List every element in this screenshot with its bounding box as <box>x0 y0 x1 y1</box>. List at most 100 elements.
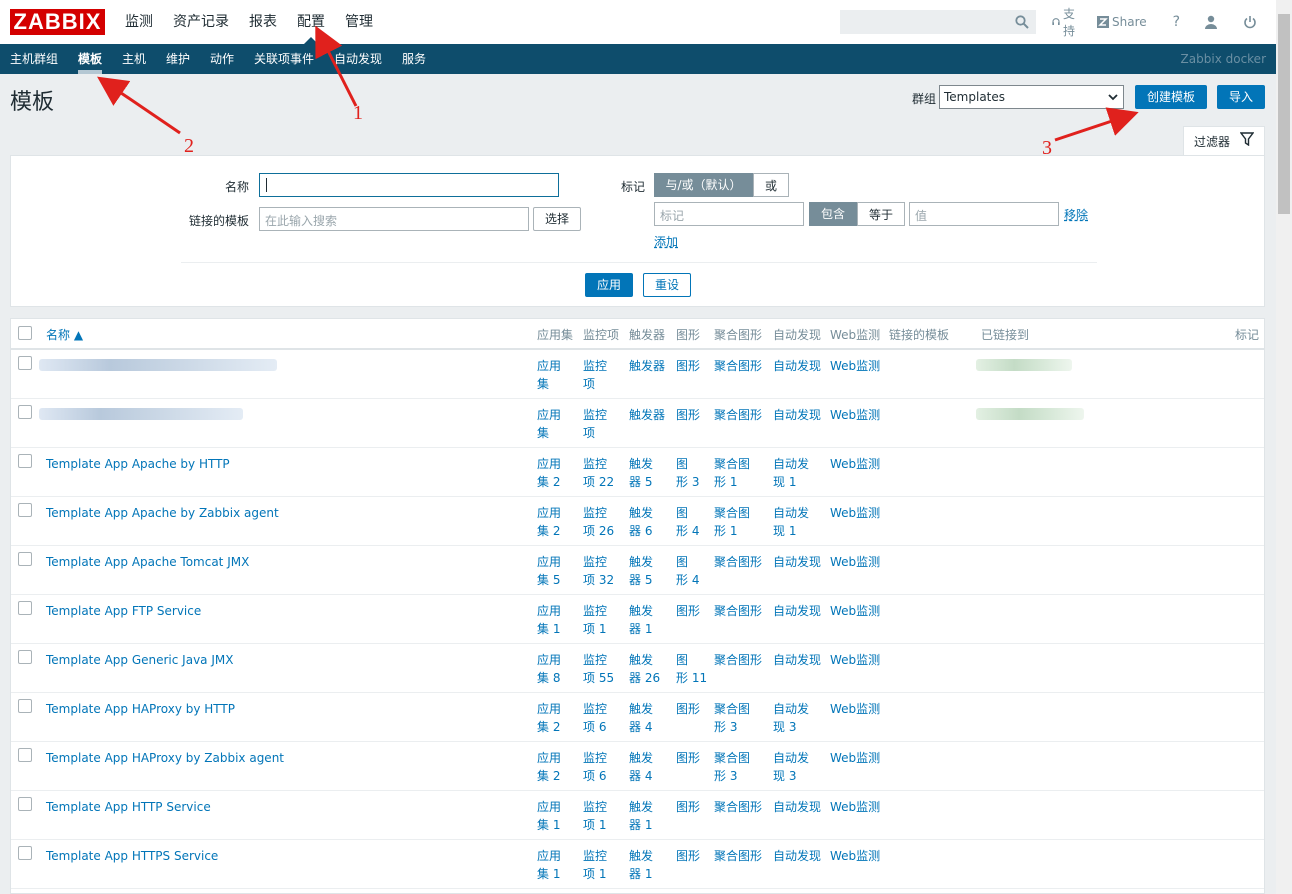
graphs-link[interactable]: 图形 3 <box>676 455 699 491</box>
support-link[interactable]: 支持 <box>1052 5 1079 39</box>
screens-link[interactable]: 聚合图形 <box>714 847 762 865</box>
submenu-services[interactable]: 服务 <box>402 44 426 74</box>
discovery-link[interactable]: 自动发现 3 <box>773 749 809 785</box>
triggers-link[interactable]: 触发器 4 <box>629 749 653 785</box>
tags-and-or-toggle[interactable]: 与/或（默认） <box>654 173 753 197</box>
items-link[interactable]: 监控项 <box>583 406 607 442</box>
filter-tab[interactable]: 过滤器 <box>1183 126 1265 156</box>
applications-link[interactable]: 应用集 1 <box>537 602 561 638</box>
applications-link[interactable]: 应用集 2 <box>537 749 561 785</box>
row-checkbox[interactable] <box>18 650 32 664</box>
submenu-templates[interactable]: 模板 <box>78 44 103 74</box>
row-checkbox[interactable] <box>18 748 32 762</box>
web-link[interactable]: Web监测 <box>830 504 880 522</box>
tag-add-link[interactable]: 添加 <box>654 233 678 250</box>
web-link[interactable]: Web监测 <box>830 357 880 375</box>
applications-link[interactable]: 应用集 1 <box>537 798 561 834</box>
help-link[interactable]: ? <box>1173 14 1180 30</box>
items-link[interactable]: 监控项 1 <box>583 602 607 638</box>
screens-link[interactable]: 聚合图形 <box>714 406 762 424</box>
items-link[interactable]: 监控项 <box>583 357 607 393</box>
items-link[interactable]: 监控项 6 <box>583 749 607 785</box>
template-name-link[interactable]: Template App HTTP Service <box>46 798 211 816</box>
triggers-link[interactable]: 触发器 26 <box>629 651 660 687</box>
select-button[interactable]: 选择 <box>533 207 581 231</box>
screens-link[interactable]: 聚合图形 <box>714 798 762 816</box>
screens-link[interactable]: 聚合图形 3 <box>714 749 750 785</box>
submenu-maintenance[interactable]: 维护 <box>166 44 190 74</box>
row-checkbox[interactable] <box>18 405 32 419</box>
web-link[interactable]: Web监测 <box>830 700 880 718</box>
screens-link[interactable]: 聚合图形 <box>714 357 762 375</box>
graphs-link[interactable]: 图形 <box>676 847 700 865</box>
template-name-link[interactable]: Template App Apache Tomcat JMX <box>46 553 249 571</box>
triggers-link[interactable]: 触发器 <box>629 357 665 375</box>
tags-or-toggle[interactable]: 或 <box>753 173 789 197</box>
menu-inventory[interactable]: 资产记录 <box>163 0 239 44</box>
template-name-link[interactable]: Template App Generic Java JMX <box>46 651 233 669</box>
applications-link[interactable]: 应用集 2 <box>537 455 561 491</box>
items-link[interactable]: 监控项 32 <box>583 553 614 589</box>
graphs-link[interactable]: 图形 11 <box>676 651 707 687</box>
menu-reports[interactable]: 报表 <box>239 0 287 44</box>
graphs-link[interactable]: 图形 <box>676 357 700 375</box>
menu-monitoring[interactable]: 监测 <box>115 0 163 44</box>
submenu-event-correlation[interactable]: 关联项事件 <box>254 44 314 74</box>
discovery-link[interactable]: 自动发现 1 <box>773 455 809 491</box>
applications-link[interactable]: 应用集 <box>537 406 561 442</box>
discovery-link[interactable]: 自动发现 <box>773 553 821 571</box>
discovery-link[interactable]: 自动发现 <box>773 406 821 424</box>
discovery-link[interactable]: 自动发现 <box>773 651 821 669</box>
tag-equals-toggle[interactable]: 等于 <box>857 202 905 226</box>
screens-link[interactable]: 聚合图形 <box>714 602 762 620</box>
graphs-link[interactable]: 图形 4 <box>676 504 699 540</box>
items-link[interactable]: 监控项 55 <box>583 651 614 687</box>
template-name-link[interactable]: Template App Apache by Zabbix agent <box>46 504 279 522</box>
user-profile-link[interactable] <box>1204 15 1221 29</box>
zabbix-logo[interactable]: ZABBIX <box>10 9 105 35</box>
graphs-link[interactable]: 图形 <box>676 406 700 424</box>
tag-remove-link[interactable]: 移除 <box>1064 206 1088 223</box>
applications-link[interactable]: 应用集 5 <box>537 553 561 589</box>
select-all-checkbox[interactable] <box>18 326 32 340</box>
scrollbar-thumb[interactable] <box>1278 14 1290 214</box>
row-checkbox[interactable] <box>18 699 32 713</box>
submenu-actions[interactable]: 动作 <box>210 44 234 74</box>
graphs-link[interactable]: 图形 4 <box>676 553 699 589</box>
menu-administration[interactable]: 管理 <box>335 0 383 44</box>
web-link[interactable]: Web监测 <box>830 406 880 424</box>
filter-reset-button[interactable]: 重设 <box>643 273 691 297</box>
template-name-link[interactable]: Template App HAProxy by Zabbix agent <box>46 749 284 767</box>
template-name-link[interactable]: Template App FTP Service <box>46 602 201 620</box>
discovery-link[interactable]: 自动发现 <box>773 798 821 816</box>
group-select[interactable]: Templates <box>939 85 1124 109</box>
triggers-link[interactable]: 触发器 <box>629 406 665 424</box>
graphs-link[interactable]: 图形 <box>676 700 700 718</box>
row-checkbox[interactable] <box>18 356 32 370</box>
applications-link[interactable]: 应用集 <box>537 357 561 393</box>
web-link[interactable]: Web监测 <box>830 553 880 571</box>
header-name[interactable]: 名称 ▲ <box>46 326 83 343</box>
row-checkbox[interactable] <box>18 503 32 517</box>
triggers-link[interactable]: 触发器 6 <box>629 504 653 540</box>
graphs-link[interactable]: 图形 <box>676 798 700 816</box>
submenu-discovery[interactable]: 自动发现 <box>334 44 382 74</box>
template-name-link[interactable]: Template App Apache by HTTP <box>46 455 230 473</box>
triggers-link[interactable]: 触发器 1 <box>629 847 653 883</box>
triggers-link[interactable]: 触发器 5 <box>629 455 653 491</box>
screens-link[interactable]: 聚合图形 <box>714 651 762 669</box>
menu-configuration[interactable]: 配置 <box>287 0 335 44</box>
page-scrollbar[interactable] <box>1276 0 1292 894</box>
tag-contains-toggle[interactable]: 包含 <box>809 202 857 226</box>
screens-link[interactable]: 聚合图形 1 <box>714 504 750 540</box>
items-link[interactable]: 监控项 1 <box>583 798 607 834</box>
items-link[interactable]: 监控项 1 <box>583 847 607 883</box>
discovery-link[interactable]: 自动发现 <box>773 602 821 620</box>
applications-link[interactable]: 应用集 1 <box>537 847 561 883</box>
items-link[interactable]: 监控项 6 <box>583 700 607 736</box>
import-button[interactable]: 导入 <box>1217 85 1265 109</box>
submenu-host-groups[interactable]: 主机群组 <box>10 44 58 74</box>
triggers-link[interactable]: 触发器 5 <box>629 553 653 589</box>
linked-templates-input[interactable]: 在此输入搜索 <box>259 207 529 231</box>
template-name-link[interactable]: Template App HTTPS Service <box>46 847 218 865</box>
